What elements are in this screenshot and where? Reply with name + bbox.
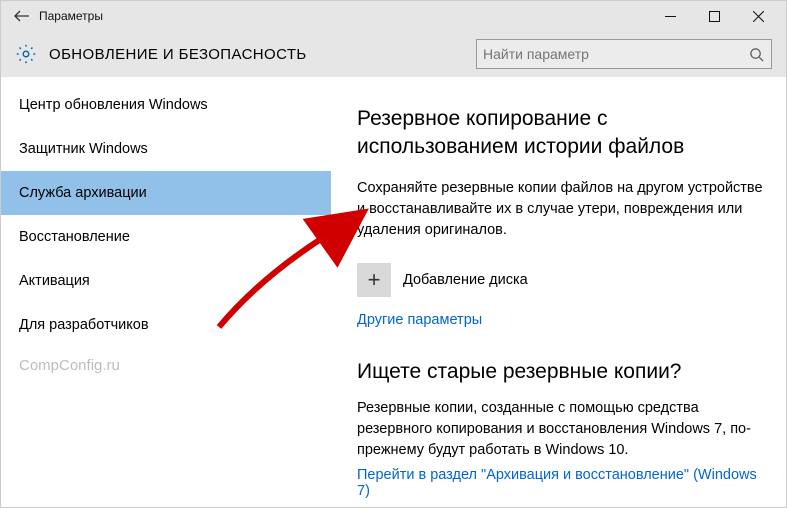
titlebar: Параметры — [1, 1, 786, 31]
sidebar: Центр обновления Windows Защитник Window… — [1, 77, 331, 507]
sidebar-item-backup[interactable]: Служба архивации — [1, 171, 331, 215]
section-heading-backup: Резервное копирование с использованием и… — [357, 105, 764, 162]
sidebar-item-label: Для разработчиков — [19, 317, 149, 333]
sidebar-item-defender[interactable]: Защитник Windows — [1, 127, 331, 171]
close-button[interactable] — [736, 1, 780, 31]
sidebar-item-label: Служба архивации — [19, 185, 147, 201]
sidebar-item-windows-update[interactable]: Центр обновления Windows — [1, 83, 331, 127]
add-drive-label: Добавление диска — [403, 272, 528, 288]
plus-icon: + — [368, 267, 381, 293]
watermark: CompConfig.ru — [1, 347, 331, 384]
link-backup-restore-win7[interactable]: Перейти в раздел "Архивация и восстановл… — [357, 467, 764, 499]
page-title: ОБНОВЛЕНИЕ И БЕЗОПАСНОСТЬ — [49, 46, 307, 63]
window-title: Параметры — [39, 9, 103, 23]
header: ОБНОВЛЕНИЕ И БЕЗОПАСНОСТЬ — [1, 31, 786, 77]
content-pane: Резервное копирование с использованием и… — [331, 77, 786, 507]
link-more-options[interactable]: Другие параметры — [357, 312, 482, 328]
add-drive-button[interactable]: + — [357, 263, 391, 297]
sidebar-item-activation[interactable]: Активация — [1, 259, 331, 303]
sidebar-item-label: Защитник Windows — [19, 141, 148, 157]
gear-icon — [15, 43, 37, 65]
sidebar-item-label: Активация — [19, 273, 90, 289]
back-button[interactable] — [7, 1, 37, 31]
section-heading-old-backups: Ищете старые резервные копии? — [357, 360, 764, 384]
sidebar-item-developers[interactable]: Для разработчиков — [1, 303, 331, 347]
sidebar-item-label: Центр обновления Windows — [19, 97, 208, 113]
backup-description: Сохраняйте резервные копии файлов на дру… — [357, 178, 764, 241]
sidebar-item-recovery[interactable]: Восстановление — [1, 215, 331, 259]
search-box[interactable] — [476, 39, 772, 69]
maximize-button[interactable] — [692, 1, 736, 31]
search-icon — [747, 45, 765, 63]
add-drive-row: + Добавление диска — [357, 263, 764, 297]
old-backups-description: Резервные копии, созданные с помощью сре… — [357, 398, 764, 461]
sidebar-item-label: Восстановление — [19, 229, 130, 245]
minimize-button[interactable] — [648, 1, 692, 31]
search-input[interactable] — [483, 46, 747, 62]
